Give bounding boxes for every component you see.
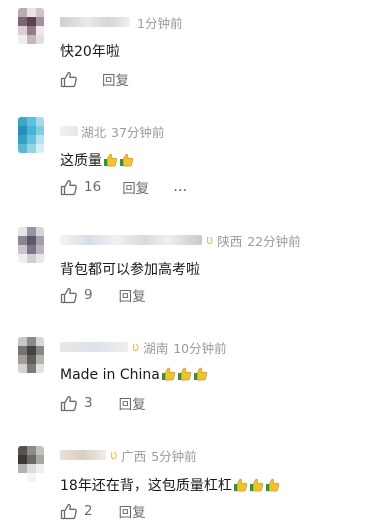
comment-meta: 1分钟前 [60, 14, 183, 31]
timestamp: 37分钟前 [111, 124, 165, 140]
comment-meta: 湖北 37分钟前 [60, 123, 165, 140]
vip-badge-icon: ʋ [110, 448, 118, 462]
timestamp: 10分钟前 [173, 340, 227, 356]
thumbs-up-emoji-icon [177, 367, 192, 381]
timestamp: 5分钟前 [151, 448, 197, 464]
timestamp: 22分钟前 [247, 233, 301, 249]
thumbs-up-outline-icon [60, 179, 77, 195]
reply-button[interactable]: 回复 [102, 69, 129, 89]
thumbs-up-emoji-icon [119, 153, 134, 167]
avatar[interactable] [18, 227, 44, 263]
reply-button[interactable]: 回复 [119, 501, 146, 521]
like-count: 16 [84, 179, 102, 195]
location-label: 湖北 [81, 124, 107, 140]
thumbs-up-emoji-icon [265, 478, 280, 492]
comment-actions: 2 回复 [60, 501, 146, 521]
timestamp: 1分钟前 [137, 15, 183, 31]
vip-badge-icon: ʋ [206, 233, 214, 247]
avatar[interactable] [18, 8, 44, 44]
comment-actions: 9 回复 [60, 285, 146, 305]
comment-actions: 回复 [60, 69, 129, 89]
comment-meta: ʋ 湖南 10分钟前 [60, 339, 227, 356]
like-button[interactable]: 3 [60, 395, 93, 412]
thumbs-up-emoji-icon [249, 478, 264, 492]
thumbs-up-emoji-icon [233, 478, 248, 492]
comment-text: Made in China [60, 367, 208, 383]
comment-text: 背包都可以参加高考啦 [60, 262, 200, 278]
location-label: 陕西 [217, 233, 243, 249]
like-button[interactable]: 9 [60, 287, 93, 304]
thumbs-up-emoji-icon [193, 367, 208, 381]
username-redacted[interactable] [60, 235, 202, 245]
username-redacted[interactable] [60, 342, 128, 352]
thumbs-up-outline-icon [60, 503, 77, 519]
comment-text: 18年还在背，这包质量杠杠 [60, 475, 280, 495]
like-button[interactable]: 2 [60, 503, 93, 520]
reply-button[interactable]: 回复 [119, 285, 146, 305]
like-button[interactable] [60, 71, 84, 88]
thumbs-up-emoji-icon [103, 153, 118, 167]
comment-actions: 3 回复 [60, 393, 146, 413]
avatar[interactable] [18, 337, 44, 373]
avatar[interactable] [18, 117, 44, 153]
like-count: 2 [84, 503, 93, 519]
location-label: 湖南 [143, 340, 169, 356]
username-redacted[interactable] [60, 17, 130, 27]
thumbs-up-outline-icon [60, 287, 77, 303]
username-redacted[interactable] [60, 450, 106, 460]
location-label: 广西 [121, 448, 147, 464]
thumbs-up-emoji-icon [161, 367, 176, 381]
like-count: 9 [84, 287, 93, 303]
thumbs-up-outline-icon [60, 395, 77, 411]
vip-badge-icon: ʋ [132, 340, 140, 354]
avatar[interactable] [18, 446, 44, 482]
more-options-button[interactable]: … [173, 179, 188, 195]
thumbs-up-outline-icon [60, 71, 77, 87]
reply-button[interactable]: 回复 [119, 393, 146, 413]
comment-meta: ʋ 广西 5分钟前 [60, 447, 197, 464]
comment-text: 这质量 [60, 150, 134, 170]
username-redacted[interactable] [60, 126, 78, 136]
like-count: 3 [84, 395, 93, 411]
reply-button[interactable]: 回复 [122, 177, 149, 197]
comment-meta: ʋ 陕西 22分钟前 [60, 232, 301, 249]
like-button[interactable]: 16 [60, 179, 101, 196]
comment-text: 快20年啦 [60, 44, 120, 60]
comment-actions: 16 回复 … [60, 177, 188, 197]
